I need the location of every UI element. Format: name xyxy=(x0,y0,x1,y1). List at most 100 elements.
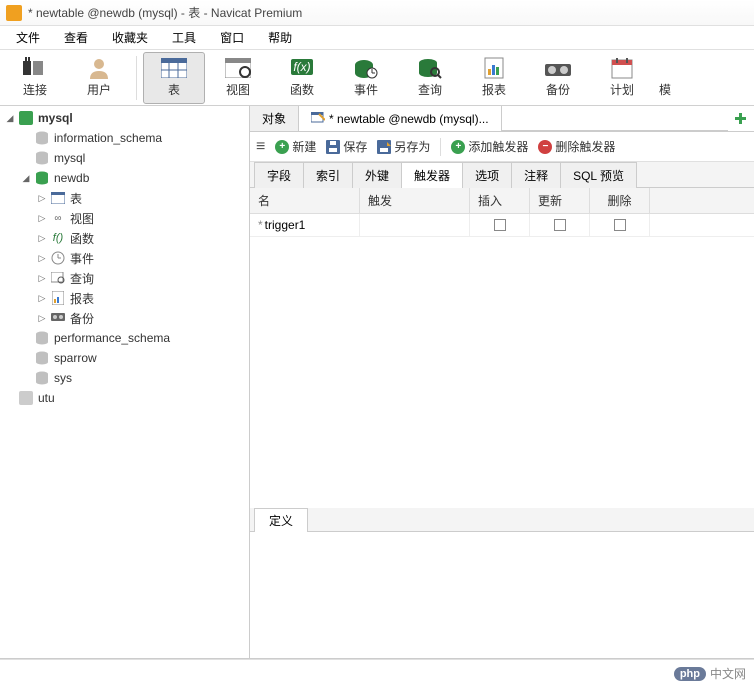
tree-db-mysql[interactable]: mysql xyxy=(0,148,249,168)
subtab-sqlpreview[interactable]: SQL 预览 xyxy=(560,162,637,188)
tree-folder-tables[interactable]: ▷ 表 xyxy=(0,188,249,208)
action-bar: ≡ + 新建 保存 另存为 + 添加触发器 − 删除触发器 xyxy=(250,132,754,162)
expand-icon[interactable]: ▷ xyxy=(36,212,48,224)
tree-folder-queries[interactable]: ▷ 查询 xyxy=(0,268,249,288)
tab-newtable[interactable]: * newtable @newdb (mysql)... xyxy=(299,106,502,131)
toolbar-event[interactable]: 事件 xyxy=(335,52,397,104)
table-row[interactable]: *trigger1 xyxy=(250,214,754,237)
hamburger-icon[interactable]: ≡ xyxy=(256,138,265,156)
cell-name[interactable]: *trigger1 xyxy=(250,214,360,236)
expand-icon[interactable]: ▷ xyxy=(36,272,48,284)
subtab-foreignkeys[interactable]: 外键 xyxy=(352,162,402,188)
tree-folder-reports[interactable]: ▷ 报表 xyxy=(0,288,249,308)
toolbar-user[interactable]: 用户 xyxy=(68,52,130,104)
database-open-icon xyxy=(34,170,50,186)
checkbox-delete[interactable] xyxy=(614,219,626,231)
toolbar-view[interactable]: 视图 xyxy=(207,52,269,104)
tree-folder-functions[interactable]: ▷ f() 函数 xyxy=(0,228,249,248)
add-icon: + xyxy=(451,140,465,154)
menu-window[interactable]: 窗口 xyxy=(210,27,254,48)
col-header-update[interactable]: 更新 xyxy=(530,188,590,213)
function-icon: f(x) xyxy=(288,57,316,79)
tab-definition[interactable]: 定义 xyxy=(254,508,308,532)
tree-folder-backups[interactable]: ▷ 备份 xyxy=(0,308,249,328)
view-icon xyxy=(224,57,252,79)
checkbox-update[interactable] xyxy=(554,219,566,231)
menu-view[interactable]: 查看 xyxy=(54,27,98,48)
action-save[interactable]: 保存 xyxy=(326,138,367,155)
action-add-trigger[interactable]: + 添加触发器 xyxy=(451,138,528,155)
function-icon: f() xyxy=(50,230,66,246)
table-icon xyxy=(50,190,66,206)
view-icon: ∞ xyxy=(50,210,66,226)
menu-favorites[interactable]: 收藏夹 xyxy=(102,27,158,48)
expand-icon[interactable]: ▷ xyxy=(36,232,48,244)
expand-icon[interactable]: ▷ xyxy=(36,292,48,304)
query-icon xyxy=(416,57,444,79)
action-saveas[interactable]: 另存为 xyxy=(377,138,430,155)
toolbar-report[interactable]: 报表 xyxy=(463,52,525,104)
trigger-grid[interactable]: 名 触发 插入 更新 删除 *trigger1 xyxy=(250,188,754,508)
col-header-trigger[interactable]: 触发 xyxy=(360,188,470,213)
cell-delete[interactable] xyxy=(590,214,650,236)
brand-watermark: php 中文网 xyxy=(674,665,746,682)
tree-connection-utu[interactable]: utu xyxy=(0,388,249,408)
tab-objects[interactable]: 对象 xyxy=(250,106,299,131)
toolbar-table[interactable]: 表 xyxy=(143,52,205,104)
tree-db-information-schema[interactable]: information_schema xyxy=(0,128,249,148)
user-icon xyxy=(85,57,113,79)
action-delete-trigger[interactable]: − 删除触发器 xyxy=(538,138,615,155)
tree-folder-views[interactable]: ▷ ∞ 视图 xyxy=(0,208,249,228)
subtab-triggers[interactable]: 触发器 xyxy=(401,162,463,188)
tree-db-newdb[interactable]: ◢ newdb xyxy=(0,168,249,188)
subtab-options[interactable]: 选项 xyxy=(462,162,512,188)
menu-file[interactable]: 文件 xyxy=(6,27,50,48)
checkbox-insert[interactable] xyxy=(494,219,506,231)
event-icon xyxy=(50,250,66,266)
collapse-icon[interactable]: ◢ xyxy=(20,172,32,184)
expand-icon[interactable]: ▷ xyxy=(36,192,48,204)
expand-icon[interactable]: ▷ xyxy=(36,312,48,324)
connection-active-icon xyxy=(18,110,34,126)
menu-tools[interactable]: 工具 xyxy=(162,27,206,48)
col-header-insert[interactable]: 插入 xyxy=(470,188,530,213)
tree-db-performance-schema[interactable]: performance_schema xyxy=(0,328,249,348)
tab-add-button[interactable] xyxy=(728,106,754,131)
action-new[interactable]: + 新建 xyxy=(275,138,316,155)
menu-help[interactable]: 帮助 xyxy=(258,27,302,48)
backup-icon xyxy=(544,57,572,79)
toolbar-function[interactable]: f(x) 函数 xyxy=(271,52,333,104)
toolbar-backup[interactable]: 备份 xyxy=(527,52,589,104)
col-header-name[interactable]: 名 xyxy=(250,188,360,213)
definition-editor[interactable] xyxy=(250,532,754,658)
tree-folder-events[interactable]: ▷ 事件 xyxy=(0,248,249,268)
collapse-icon[interactable]: ◢ xyxy=(4,112,16,124)
designer-tabs: 字段 索引 外键 触发器 选项 注释 SQL 预览 xyxy=(250,162,754,188)
definition-panel: 定义 xyxy=(250,508,754,658)
backup-icon xyxy=(50,310,66,326)
footer: php 中文网 xyxy=(0,659,754,687)
expand-icon[interactable]: ▷ xyxy=(36,252,48,264)
subtab-indexes[interactable]: 索引 xyxy=(303,162,353,188)
query-icon xyxy=(50,270,66,286)
grid-header: 名 触发 插入 更新 删除 xyxy=(250,188,754,214)
content-area: 对象 * newtable @newdb (mysql)... ≡ + 新建 保… xyxy=(250,106,754,658)
subtab-comment[interactable]: 注释 xyxy=(511,162,561,188)
tree-db-sparrow[interactable]: sparrow xyxy=(0,348,249,368)
col-header-delete[interactable]: 删除 xyxy=(590,188,650,213)
cell-insert[interactable] xyxy=(470,214,530,236)
subtab-fields[interactable]: 字段 xyxy=(254,162,304,188)
window-title: * newtable @newdb (mysql) - 表 - Navicat … xyxy=(28,4,302,21)
connection-tree[interactable]: ◢ mysql information_schema mysql ◢ newdb… xyxy=(0,106,250,658)
object-tabstrip: 对象 * newtable @newdb (mysql)... xyxy=(250,106,754,132)
toolbar-connection[interactable]: 连接 xyxy=(4,52,66,104)
tree-connection-mysql[interactable]: ◢ mysql xyxy=(0,108,249,128)
toolbar-schedule[interactable]: 计划 xyxy=(591,52,653,104)
cell-trigger[interactable] xyxy=(360,214,470,236)
table-icon xyxy=(160,57,188,79)
tree-db-sys[interactable]: sys xyxy=(0,368,249,388)
toolbar-model[interactable]: 模 xyxy=(655,52,675,104)
toolbar-query[interactable]: 查询 xyxy=(399,52,461,104)
plus-icon xyxy=(733,111,749,127)
cell-update[interactable] xyxy=(530,214,590,236)
